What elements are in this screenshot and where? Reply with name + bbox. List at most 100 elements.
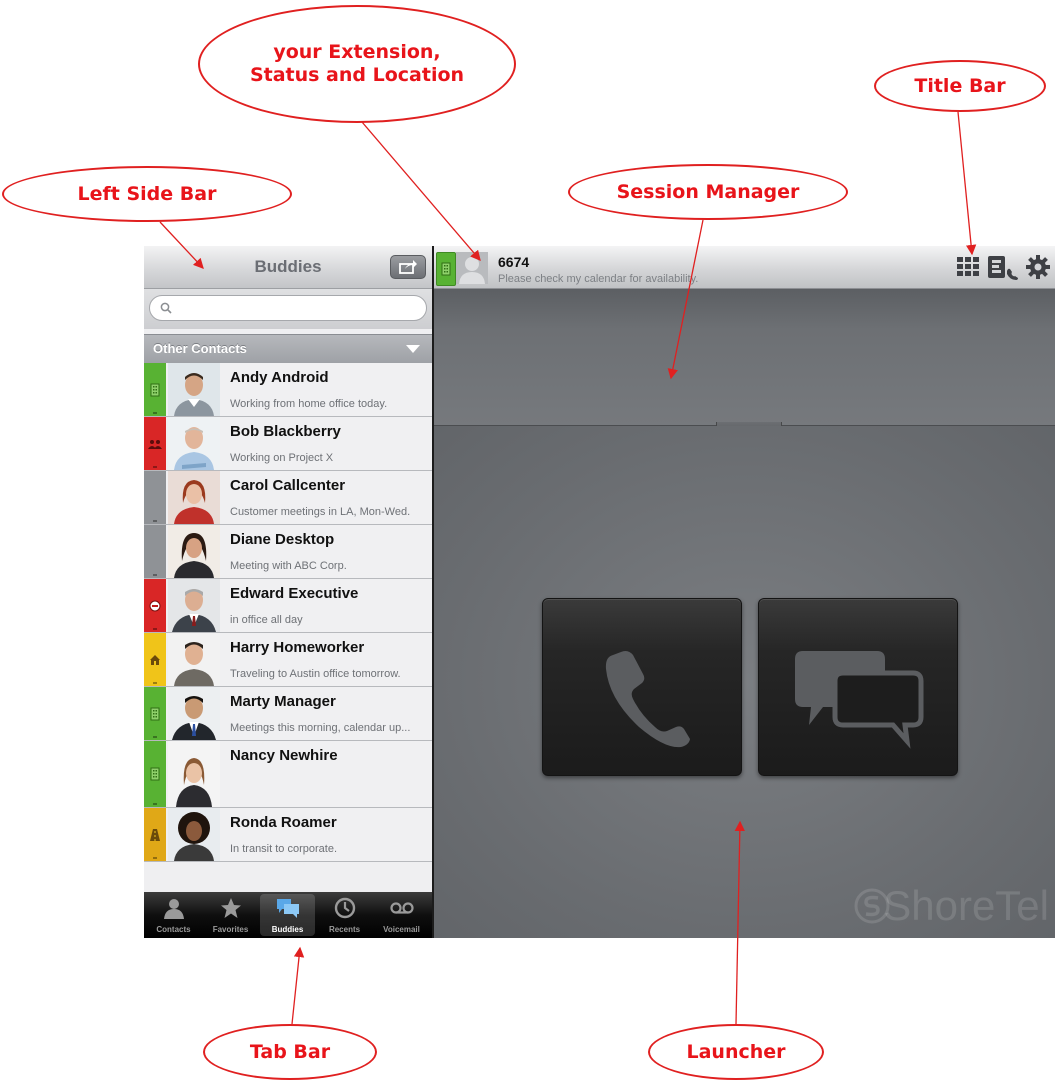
buddy-status-message: in office all day	[230, 614, 303, 626]
buddy-name: Nancy Newhire	[230, 747, 338, 764]
my-extension[interactable]: 6674	[498, 254, 529, 270]
group-header-other-contacts[interactable]: Other Contacts	[144, 334, 432, 364]
building-icon	[441, 262, 451, 276]
buddy-name: Carol Callcenter	[230, 477, 346, 494]
directory-phone-icon[interactable]	[987, 255, 1019, 281]
app-screen: Buddies Other Contacts Andy Android Work…	[144, 246, 1055, 938]
chevron-down-icon	[406, 345, 420, 353]
shoretel-brand-text: ShoreTel	[883, 882, 1049, 929]
search-icon	[160, 302, 172, 314]
tab-label: Contacts	[156, 925, 191, 934]
person-silhouette-icon	[456, 252, 488, 284]
search-box[interactable]	[149, 295, 427, 321]
buddy-row[interactable]: Marty Manager Meetings this morning, cal…	[144, 687, 432, 741]
avatar	[168, 579, 220, 632]
house-icon	[150, 654, 160, 665]
sidebar-header: Buddies	[144, 246, 432, 289]
star-icon	[220, 898, 241, 918]
buddy-row[interactable]: Carol Callcenter Customer meetings in LA…	[144, 471, 432, 525]
buddy-row[interactable]: Diane Desktop Meeting with ABC Corp.	[144, 525, 432, 579]
arrow-extension	[361, 121, 481, 261]
avatar	[168, 525, 220, 578]
buddy-row[interactable]: Bob Blackberry Working on Project X	[144, 417, 432, 471]
session-manager	[434, 289, 1055, 426]
callout-extension-status-location: your Extension, Status and Location	[198, 5, 516, 123]
people-icon	[148, 439, 162, 449]
my-status-indicator[interactable]	[436, 252, 456, 286]
tab-bar: Contacts Favorites Buddies Recents Voice…	[144, 892, 432, 938]
tab-label: Recents	[328, 925, 361, 934]
person-icon	[163, 899, 184, 919]
voicemail-icon	[389, 902, 414, 914]
tab-label: Buddies	[271, 925, 304, 934]
status-available-indicator	[144, 687, 166, 740]
launcher: ShoreTel	[434, 426, 1055, 938]
sidebar-title: Buddies	[254, 257, 322, 276]
buddy-status-message: Customer meetings in LA, Mon-Wed.	[230, 506, 411, 518]
share-button[interactable]	[390, 255, 426, 279]
status-in-meeting-indicator	[144, 417, 166, 470]
tab-buddies[interactable]: Buddies	[260, 894, 315, 936]
callout-line-2: Status and Location	[249, 64, 465, 86]
callout-title-bar-text: Title Bar	[914, 74, 1006, 97]
buddy-row[interactable]: Andy Android Working from home office to…	[144, 363, 432, 417]
my-avatar[interactable]	[456, 252, 488, 284]
avatar	[168, 808, 220, 861]
buddy-name: Marty Manager	[230, 693, 336, 710]
status-working-from-home-indicator	[144, 633, 166, 686]
tab-recents[interactable]: Recents	[317, 894, 372, 936]
minus-circle-icon	[149, 600, 161, 611]
buddy-row[interactable]: Ronda Roamer In transit to corporate.	[144, 808, 432, 862]
callout-tab-bar: Tab Bar	[203, 1024, 377, 1080]
my-status-message[interactable]: Please check my calendar for availabilit…	[498, 273, 698, 285]
status-available-indicator	[144, 741, 166, 807]
buddy-status-message: Meetings this morning, calendar up...	[230, 722, 411, 734]
phone-icon	[605, 651, 690, 748]
avatar	[168, 687, 220, 740]
share-icon	[399, 260, 417, 274]
gear-icon[interactable]	[1026, 255, 1050, 279]
buddy-status-message: Meeting with ABC Corp.	[230, 560, 347, 572]
search-input[interactable]	[176, 299, 420, 319]
callout-launcher: Launcher	[648, 1024, 824, 1080]
chat-icon	[795, 651, 924, 749]
buddy-row[interactable]: Harry Homeworker Traveling to Austin off…	[144, 633, 432, 687]
avatar	[168, 741, 220, 807]
tab-contacts[interactable]: Contacts	[146, 894, 201, 936]
building-icon	[150, 767, 160, 781]
buddy-name: Harry Homeworker	[230, 639, 365, 656]
callout-left-side-bar-text: Left Side Bar	[77, 182, 217, 205]
callout-launcher-text: Launcher	[686, 1040, 786, 1063]
tab-favorites[interactable]: Favorites	[203, 894, 258, 936]
buddy-status-message: In transit to corporate.	[230, 843, 337, 855]
building-icon	[150, 383, 160, 396]
callout-tab-bar-text: Tab Bar	[249, 1040, 331, 1063]
buddy-name: Andy Android	[230, 369, 329, 386]
left-side-bar: Buddies Other Contacts Andy Android Work…	[144, 246, 432, 938]
clock-icon	[334, 897, 355, 919]
avatar	[168, 471, 220, 524]
buddy-name: Bob Blackberry	[230, 423, 341, 440]
chat-bubbles-icon	[276, 899, 299, 918]
callout-title-bar: Title Bar	[874, 60, 1046, 112]
avatar	[168, 363, 220, 416]
status-roaming-indicator	[144, 808, 166, 861]
tab-label: Voicemail	[383, 925, 420, 934]
status-available-indicator	[144, 363, 166, 416]
search-bar	[144, 289, 432, 329]
arrow-tab-bar	[291, 946, 305, 1025]
launcher-chat-button[interactable]	[758, 598, 958, 776]
status-do-not-disturb-indicator	[144, 579, 166, 632]
avatar	[168, 417, 220, 470]
main-area: ShoreTel	[434, 289, 1055, 938]
status-offline-indicator	[144, 525, 166, 578]
tab-voicemail[interactable]: Voicemail	[374, 894, 429, 936]
arrow-title-bar	[957, 111, 977, 256]
tab-label: Favorites	[212, 925, 249, 934]
dialpad-icon[interactable]	[956, 255, 980, 279]
buddy-row[interactable]: Nancy Newhire	[144, 741, 432, 808]
buddy-row[interactable]: Edward Executive in office all day	[144, 579, 432, 633]
buddy-list: Andy Android Working from home office to…	[144, 363, 432, 862]
launcher-call-button[interactable]	[542, 598, 742, 776]
status-offline-indicator	[144, 471, 166, 524]
